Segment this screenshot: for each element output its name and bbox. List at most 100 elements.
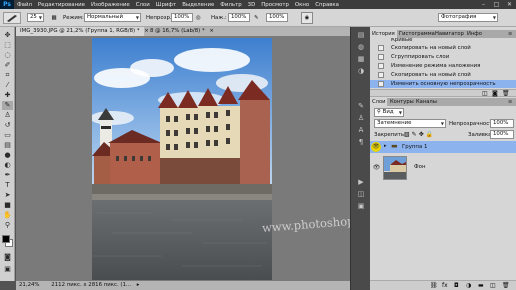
crop-tool-icon[interactable]: ⌗: [2, 71, 13, 80]
menu-edit[interactable]: Редактирование: [35, 2, 88, 8]
menu-file[interactable]: Файл: [14, 2, 35, 8]
opacity-pressure-icon[interactable]: ◎: [196, 13, 204, 23]
blend-mode-select[interactable]: Затемнение ▼: [374, 119, 446, 128]
tab-layers[interactable]: Слои: [370, 98, 388, 106]
history-item-selected[interactable]: Изменить основную непрозрачность: [370, 80, 516, 88]
history-brush-icon[interactable]: ↺: [2, 121, 13, 130]
healing-brush-icon[interactable]: ✚: [2, 91, 13, 100]
expand-arrow-icon[interactable]: ▸: [384, 143, 387, 149]
history-item[interactable]: Сгруппировать слои: [370, 53, 516, 61]
actions-panel-icon[interactable]: ▶: [355, 177, 367, 187]
foreground-color-swatch[interactable]: [2, 235, 10, 243]
menu-3d[interactable]: 3D: [245, 2, 259, 8]
new-layer-icon[interactable]: ◫: [490, 281, 496, 290]
fill-field[interactable]: 100%: [490, 130, 514, 139]
type-icon[interactable]: T: [2, 181, 13, 190]
lock-icons[interactable]: ▧✎✥🔒: [404, 130, 435, 139]
layer-mask-icon[interactable]: ◘: [454, 281, 459, 290]
path-select-icon[interactable]: ➤: [2, 191, 13, 200]
mode-select[interactable]: Нормальный ▼: [84, 13, 141, 22]
menu-view[interactable]: Просмотр: [258, 2, 292, 8]
trash-icon[interactable]: 🗑: [502, 281, 510, 290]
adjustments-panel-icon[interactable]: ◑: [355, 66, 367, 76]
minimize-button[interactable]: –: [477, 0, 490, 9]
menu-window[interactable]: Окно: [292, 2, 312, 8]
layer-comps-panel-icon[interactable]: ▣: [355, 201, 367, 211]
eraser-icon[interactable]: ▭: [2, 131, 13, 140]
menu-type[interactable]: Шрифт: [153, 2, 179, 8]
tab-navigator[interactable]: Навигатор: [433, 30, 466, 38]
menu-help[interactable]: Справка: [312, 2, 342, 8]
menu-layers[interactable]: Слои: [133, 2, 153, 8]
tab-paths[interactable]: Контуры: [388, 98, 416, 106]
document-tab-active[interactable]: IMG_3930.JPG @ 21,2% (Группа 1, RGB/8) *…: [16, 27, 149, 36]
brush-size-picker[interactable]: 25 ▼: [27, 13, 44, 22]
history-panel-icon[interactable]: ▤: [355, 30, 367, 40]
camera-icon[interactable]: ◙: [492, 90, 498, 97]
tablet-pressure-size-icon[interactable]: ◉: [301, 12, 313, 24]
new-group-icon[interactable]: ▬: [478, 281, 484, 290]
lasso-tool-icon[interactable]: ◌: [2, 51, 13, 60]
history-item[interactable]: Скопировать на новый слой: [370, 71, 516, 79]
workspace-select[interactable]: Фотография ▼: [438, 13, 498, 22]
clone-stamp-icon[interactable]: ♙: [2, 111, 13, 120]
tab-history[interactable]: История: [370, 30, 397, 38]
properties-panel-icon[interactable]: ◫: [355, 189, 367, 199]
document-tab-2[interactable]: 8 @ 16,7% (Lab/8) * ×: [146, 27, 216, 36]
menu-filter[interactable]: Фильтр: [217, 2, 244, 8]
layer-opacity-field[interactable]: 100%: [490, 119, 514, 128]
opacity-field[interactable]: 100%: [171, 13, 193, 22]
character-panel-icon[interactable]: A: [355, 125, 367, 135]
layer-filter-select[interactable]: ⚲ Вид ▼: [374, 108, 404, 117]
pressure-field[interactable]: 100%: [228, 13, 250, 22]
menu-select[interactable]: Выделение: [179, 2, 217, 8]
trash-icon[interactable]: 🗑: [502, 90, 510, 97]
tab-histogram[interactable]: Гистограмма: [397, 30, 437, 38]
gradient-icon[interactable]: ▤: [2, 141, 13, 150]
layer-row-group[interactable]: 👁 ▸ ▬ Группа 1: [370, 141, 516, 153]
dodge-icon[interactable]: ◐: [2, 161, 13, 170]
panel-menu-icon[interactable]: ≡: [506, 30, 514, 38]
paragraph-panel-icon[interactable]: ¶: [355, 137, 367, 147]
brush-panel-icon[interactable]: ✎: [355, 101, 367, 111]
airbrush-icon[interactable]: ✎: [254, 13, 262, 23]
new-snapshot-icon[interactable]: ◫: [482, 90, 488, 97]
quick-mask-icon[interactable]: ◙: [2, 253, 13, 262]
link-layers-icon[interactable]: ⛓: [430, 281, 438, 290]
zoom-icon[interactable]: ⚲: [2, 221, 13, 230]
tab-info[interactable]: Инфо: [465, 30, 484, 38]
zoom-level[interactable]: 21,24%: [19, 282, 40, 288]
swatches-panel-icon[interactable]: ▦: [355, 54, 367, 64]
marquee-tool-icon[interactable]: ⬚: [2, 41, 13, 50]
layer-style-icon[interactable]: fx: [442, 281, 448, 290]
eye-icon[interactable]: 👁: [371, 142, 381, 152]
shape-icon[interactable]: ■: [2, 201, 13, 210]
eyedropper-icon[interactable]: ⁄: [2, 81, 13, 90]
move-tool-icon[interactable]: ✥: [2, 31, 13, 40]
brush-panel-toggle-icon[interactable]: ▦: [49, 13, 59, 23]
flow-field[interactable]: 100%: [266, 13, 288, 22]
quick-select-icon[interactable]: ✐: [2, 61, 13, 70]
pen-icon[interactable]: ✒: [2, 171, 13, 180]
brush-tool-icon[interactable]: ✎: [2, 101, 13, 110]
tab-channels[interactable]: Каналы: [414, 98, 439, 106]
adjustment-layer-icon[interactable]: ◑: [466, 281, 471, 290]
chevron-down-icon: ▼: [135, 15, 139, 20]
history-item[interactable]: Скопировать на новый слой: [370, 44, 516, 52]
history-item[interactable]: Изменение режима наложения: [370, 62, 516, 70]
color-panel-icon[interactable]: ◍: [355, 42, 367, 52]
document-canvas-photo[interactable]: [92, 38, 272, 280]
tool-preset-picker[interactable]: [3, 12, 21, 24]
panel-menu-icon[interactable]: ≡: [506, 98, 514, 106]
screen-mode-icon[interactable]: ▣: [2, 265, 13, 274]
close-icon[interactable]: ×: [209, 28, 214, 34]
maximize-button[interactable]: □: [490, 0, 503, 9]
eye-icon[interactable]: 👁: [372, 163, 381, 172]
status-menu-arrow-icon[interactable]: ▸: [137, 282, 140, 288]
menu-image[interactable]: Изображение: [88, 2, 133, 8]
clone-source-panel-icon[interactable]: ♙: [355, 113, 367, 123]
hand-icon[interactable]: ✋: [2, 211, 13, 220]
blur-icon[interactable]: ●: [2, 151, 13, 160]
close-window-button[interactable]: ✕: [503, 0, 516, 9]
layer-row-background[interactable]: 👁 Фон: [370, 153, 516, 183]
